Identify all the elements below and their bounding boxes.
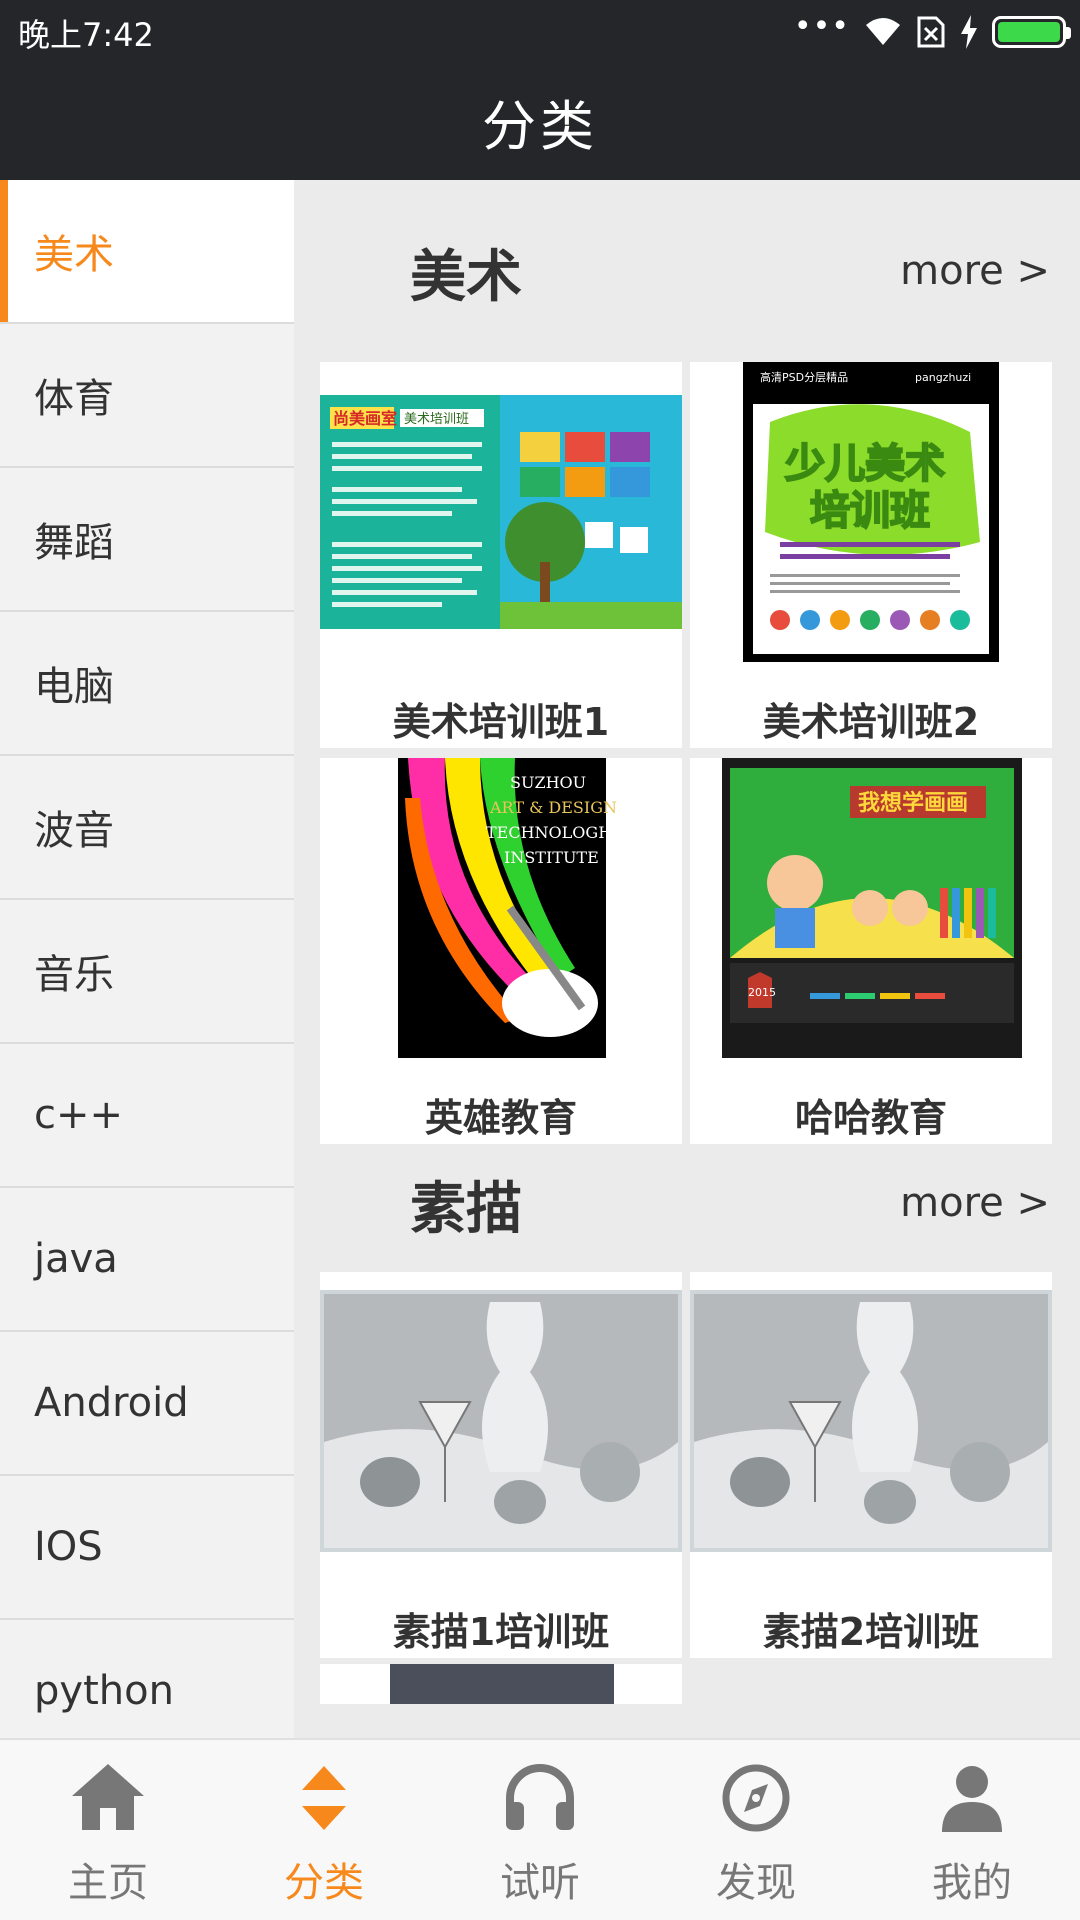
category-sidebar: 美术 体育 舞蹈 电脑 波音 音乐 c++ java Android IOS p…: [0, 180, 294, 1738]
status-bar: 晚上7:42 •••: [0, 0, 1080, 62]
sidebar-item-cpp[interactable]: c++: [0, 1044, 294, 1188]
sidebar-item-boyin[interactable]: 波音: [0, 756, 294, 900]
sidebar-item-ios[interactable]: IOS: [0, 1476, 294, 1620]
nav-label: 分类: [284, 1860, 364, 1906]
more-link[interactable]: more >: [900, 1180, 1050, 1226]
course-thumbnail: [690, 1272, 1052, 1572]
nav-discover[interactable]: 发现: [648, 1740, 864, 1920]
compass-icon: [722, 1764, 790, 1832]
course-thumbnail: 高清PSD分层精品 pangzhuzi 少儿美术 培训班: [690, 362, 1052, 662]
course-thumbnail: 尚美画室 美术培训班: [320, 362, 682, 662]
nav-category[interactable]: 分类: [216, 1740, 432, 1920]
title-bar: 分类: [0, 62, 1080, 180]
nav-label: 我的: [932, 1860, 1012, 1906]
poster-text: 美术培训班: [404, 411, 469, 427]
course-thumbnail: [390, 1664, 614, 1704]
poster-text: SUZHOU: [510, 773, 586, 792]
sidebar-item-art[interactable]: 美术: [0, 180, 294, 324]
section-title: 素描: [410, 1177, 522, 1242]
charging-icon: [961, 15, 977, 49]
wifi-icon: [866, 18, 900, 45]
sidebar-item-java[interactable]: java: [0, 1188, 294, 1332]
more-link[interactable]: more >: [900, 248, 1050, 294]
course-card[interactable]: 素描2培训班: [690, 1272, 1052, 1658]
poster-text: 少儿美术: [785, 441, 945, 487]
nav-listen[interactable]: 试听: [432, 1740, 648, 1920]
course-grid: 素描1培训班 素描2培训班: [294, 1272, 1080, 1738]
nav-label: 主页: [68, 1860, 148, 1906]
course-thumbnail: SUZHOU ART & DESIGN TECHNOLOGHY INSTITUT…: [320, 758, 682, 1058]
sim-off-icon: [917, 16, 945, 48]
status-time: 晚上7:42: [18, 16, 154, 54]
bottom-navigation: 主页 分类 试听 发现 我的: [0, 1738, 1080, 1920]
section-title: 美术: [410, 245, 522, 310]
sidebar-item-python[interactable]: python: [0, 1620, 294, 1738]
category-content: 美术 more > 尚美画室 美术培训班 美术培训班1 高清PSD分层精品 pa…: [294, 180, 1080, 1738]
course-title: 素描2培训班: [762, 1610, 980, 1654]
course-card[interactable]: [320, 1664, 682, 1704]
course-card[interactable]: 素描1培训班: [320, 1272, 682, 1658]
headphones-icon: [506, 1764, 574, 1830]
nav-label: 试听: [500, 1860, 580, 1906]
poster-text: TECHNOLOGHY: [486, 823, 623, 842]
course-title: 素描1培训班: [392, 1610, 610, 1654]
sidebar-item-computer[interactable]: 电脑: [0, 612, 294, 756]
poster-text: INSTITUTE: [504, 848, 599, 867]
poster-text: 尚美画室: [333, 409, 397, 428]
course-title: 英雄教育: [424, 1096, 577, 1140]
poster-text: 2015: [748, 986, 776, 999]
poster-text: ART & DESIGN: [489, 798, 617, 817]
course-title: 哈哈教育: [794, 1096, 947, 1140]
course-card[interactable]: 尚美画室 美术培训班 美术培训班1: [320, 362, 682, 748]
poster-text: 我想学画画: [858, 790, 968, 816]
course-grid: 尚美画室 美术培训班 美术培训班1 高清PSD分层精品 pangzhuzi 少儿…: [294, 362, 1080, 1144]
user-icon: [942, 1766, 1002, 1832]
section-header: 美术 more >: [294, 180, 1080, 362]
battery-icon: [992, 16, 1071, 48]
course-title: 美术培训班1: [392, 700, 610, 744]
home-icon: [72, 1764, 144, 1830]
category-icon: [302, 1766, 346, 1830]
sidebar-item-sports[interactable]: 体育: [0, 324, 294, 468]
poster-text: 高清PSD分层精品: [760, 370, 848, 384]
course-card[interactable]: 高清PSD分层精品 pangzhuzi 少儿美术 培训班 美术培训班2: [690, 362, 1052, 748]
course-thumbnail: [320, 1272, 682, 1572]
sidebar-item-dance[interactable]: 舞蹈: [0, 468, 294, 612]
sidebar-item-android[interactable]: Android: [0, 1332, 294, 1476]
page-title: 分类: [482, 94, 598, 158]
status-icons: •••: [793, 8, 1071, 52]
nav-home[interactable]: 主页: [0, 1740, 216, 1920]
poster-text: 培训班: [810, 488, 930, 534]
course-card[interactable]: SUZHOU ART & DESIGN TECHNOLOGHY INSTITUT…: [320, 758, 682, 1144]
sidebar-item-music[interactable]: 音乐: [0, 900, 294, 1044]
nav-profile[interactable]: 我的: [864, 1740, 1080, 1920]
poster-text: pangzhuzi: [915, 371, 971, 384]
course-title: 美术培训班2: [762, 700, 980, 744]
nav-label: 发现: [716, 1860, 796, 1906]
course-card[interactable]: 我想学画画 2015 哈哈教育: [690, 758, 1052, 1144]
course-thumbnail: 我想学画画 2015: [690, 758, 1052, 1058]
more-dots-icon: •••: [793, 8, 850, 44]
